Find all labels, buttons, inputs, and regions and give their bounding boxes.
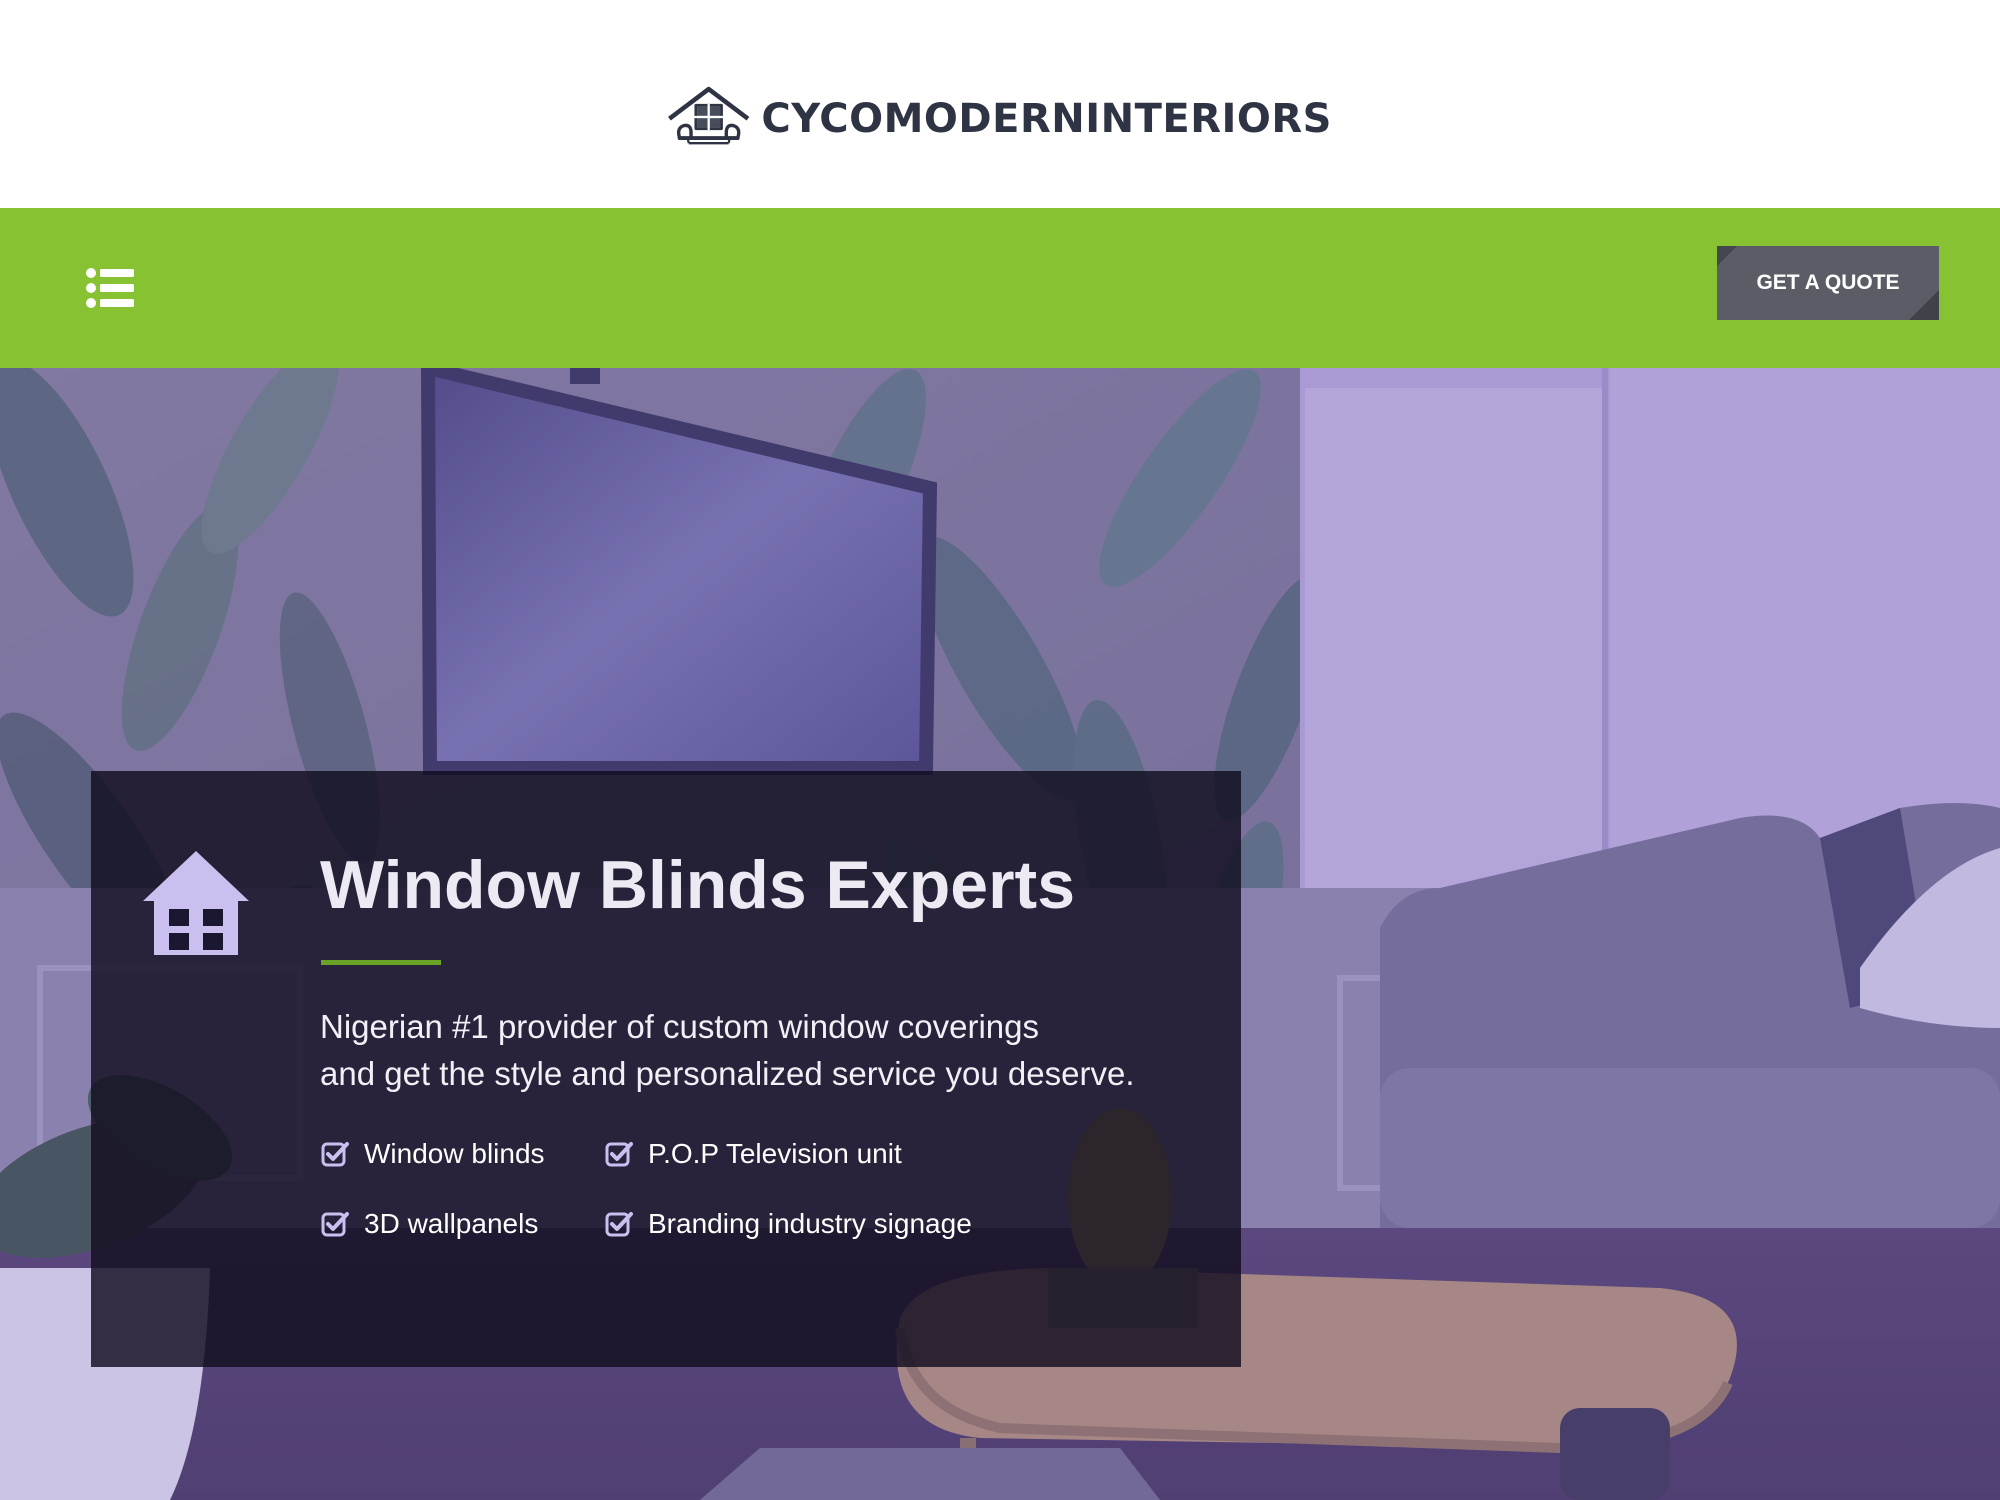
get-a-quote-label: GET A QUOTE <box>1756 271 1900 294</box>
site-header: CYCOMODERNINTERIORS <box>0 0 2000 208</box>
hero-description-line: and get the style and personalized servi… <box>320 1055 1135 1092</box>
hero-title-divider <box>321 960 441 965</box>
hero-description: Nigerian #1 provider of custom window co… <box>320 1003 1200 1097</box>
house-icon <box>137 843 255 961</box>
check-square-icon <box>604 1209 634 1239</box>
feature-label: Window blinds <box>364 1138 545 1169</box>
check-square-icon <box>320 1209 350 1239</box>
feature-item-pop-television-unit: P.O.P Television unit <box>604 1134 902 1174</box>
feature-label: 3D wallpanels <box>364 1208 539 1239</box>
check-square-icon <box>604 1139 634 1169</box>
list-menu-icon <box>86 268 134 308</box>
feature-label: P.O.P Television unit <box>648 1138 902 1169</box>
hero-info-card: Window Blinds Experts Nigerian #1 provid… <box>91 771 1241 1367</box>
feature-item-branding-industry-signage: Branding industry signage <box>604 1204 972 1244</box>
brand-name: CYCOMODERNINTERIORS <box>761 96 1332 142</box>
check-square-icon <box>320 1139 350 1169</box>
main-nav-bar: GET A QUOTE <box>0 208 2000 368</box>
feature-item-3d-wallpanels: 3D wallpanels <box>320 1204 538 1244</box>
hero-section: Window Blinds Experts Nigerian #1 provid… <box>0 368 2000 1500</box>
house-sofa-logo-icon <box>668 86 750 145</box>
get-a-quote-button[interactable]: GET A QUOTE <box>1717 246 1939 320</box>
feature-label: Branding industry signage <box>648 1208 972 1239</box>
menu-toggle-button[interactable] <box>86 267 134 309</box>
hero-description-line: Nigerian #1 provider of custom window co… <box>320 1008 1040 1045</box>
feature-item-window-blinds: Window blinds <box>320 1134 545 1174</box>
brand-logo-link[interactable]: CYCOMODERNINTERIORS <box>666 62 1332 172</box>
hero-title: Window Blinds Experts <box>320 847 1076 923</box>
